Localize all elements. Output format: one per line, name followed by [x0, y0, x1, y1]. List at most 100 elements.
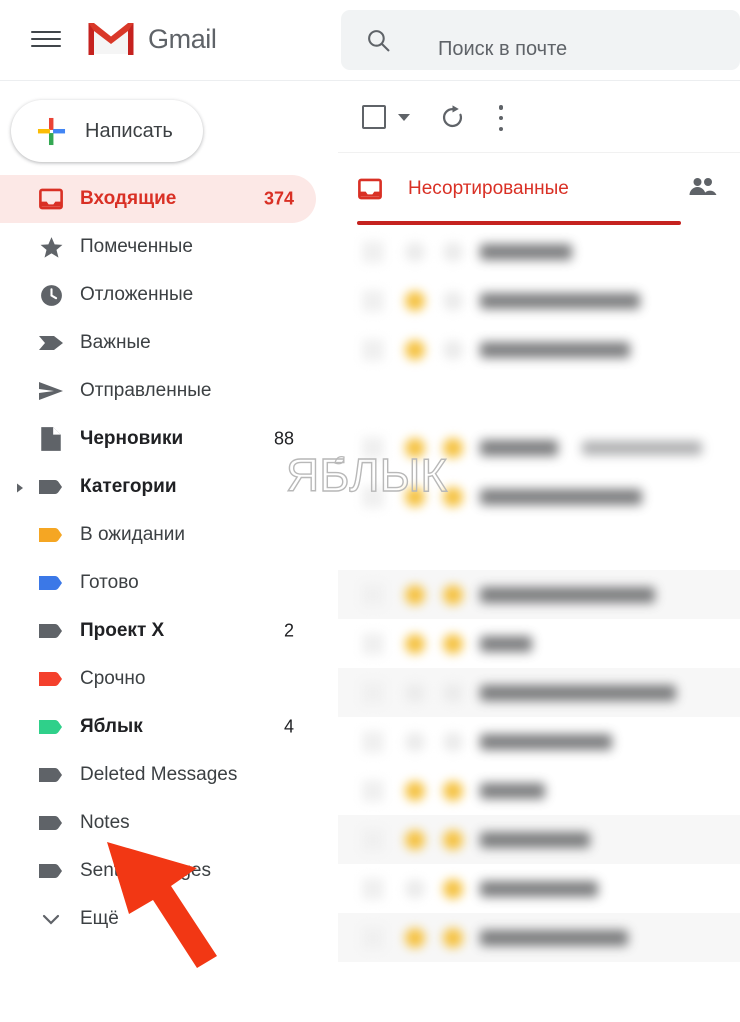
- sidebar-item-15[interactable]: Sent Messages: [0, 847, 316, 895]
- email-sender: [480, 831, 590, 848]
- email-row[interactable]: [338, 570, 740, 619]
- hamburger-menu-icon[interactable]: [31, 28, 61, 50]
- sidebar-item-9[interactable]: Готово: [0, 559, 316, 607]
- star-icon[interactable]: [405, 731, 425, 752]
- row-checkbox[interactable]: [362, 632, 384, 655]
- sidebar-item-label: Яблык: [80, 716, 143, 737]
- label-icon: [38, 522, 64, 548]
- important-icon[interactable]: [443, 633, 463, 654]
- refresh-icon[interactable]: [439, 104, 466, 131]
- important-icon[interactable]: [443, 682, 463, 703]
- star-icon[interactable]: [405, 584, 425, 605]
- label-icon: [38, 570, 64, 596]
- important-icon[interactable]: [443, 780, 463, 801]
- important-icon[interactable]: [443, 437, 463, 458]
- star-icon[interactable]: [405, 290, 425, 311]
- row-checkbox[interactable]: [362, 485, 384, 508]
- sidebar-item-1[interactable]: Входящие 374: [0, 175, 316, 223]
- list-toolbar: [338, 81, 740, 153]
- sidebar-item-11[interactable]: Срочно: [0, 655, 316, 703]
- row-checkbox[interactable]: [362, 779, 384, 802]
- sidebar-item-7[interactable]: Категории: [0, 463, 316, 511]
- important-icon[interactable]: [443, 486, 463, 507]
- mail-list-panel: Несортированные: [338, 81, 740, 1022]
- star-icon[interactable]: [405, 682, 425, 703]
- email-sender: [480, 880, 598, 897]
- sidebar-item-16[interactable]: Ещё: [0, 895, 316, 943]
- sidebar-item-14[interactable]: Notes: [0, 799, 316, 847]
- important-icon[interactable]: [443, 241, 463, 262]
- sidebar-item-4[interactable]: Важные: [0, 319, 316, 367]
- row-checkbox[interactable]: [362, 877, 384, 900]
- search-input[interactable]: Поиск в почте: [438, 38, 567, 61]
- row-checkbox[interactable]: [362, 926, 384, 949]
- search-icon: [366, 28, 391, 53]
- row-checkbox[interactable]: [362, 681, 384, 704]
- search-bar[interactable]: Поиск в почте: [341, 10, 740, 70]
- email-row[interactable]: [338, 276, 740, 325]
- email-row[interactable]: [338, 913, 740, 962]
- sidebar-item-6[interactable]: Черновики 88: [0, 415, 316, 463]
- important-icon[interactable]: [443, 878, 463, 899]
- expand-caret-icon[interactable]: [14, 481, 26, 493]
- star-icon[interactable]: [405, 829, 425, 850]
- star-icon[interactable]: [405, 339, 425, 360]
- sidebar: Написать Входящие 374 Помеченные Отложенные…: [0, 81, 338, 1022]
- tab-primary[interactable]: Несортированные: [357, 163, 569, 215]
- email-row[interactable]: [338, 668, 740, 717]
- row-checkbox[interactable]: [362, 828, 384, 851]
- email-row[interactable]: [338, 227, 740, 276]
- compose-button[interactable]: Написать: [11, 100, 203, 162]
- gmail-logo-icon: [87, 18, 135, 58]
- sidebar-item-2[interactable]: Помеченные: [0, 223, 316, 271]
- star-icon[interactable]: [405, 241, 425, 262]
- star-icon[interactable]: [405, 780, 425, 801]
- row-checkbox[interactable]: [362, 338, 384, 361]
- sidebar-item-label: Проект X: [80, 620, 165, 641]
- sidebar-item-label: Готово: [80, 572, 139, 593]
- email-row[interactable]: [338, 864, 740, 913]
- star-icon[interactable]: [405, 633, 425, 654]
- compose-label: Написать: [85, 120, 173, 142]
- sidebar-item-10[interactable]: Проект X 2: [0, 607, 316, 655]
- three-dot-menu-icon[interactable]: [498, 105, 504, 131]
- label-icon: [38, 858, 64, 884]
- select-all-chevron-down-icon[interactable]: [398, 114, 410, 121]
- email-row[interactable]: [338, 423, 740, 472]
- row-checkbox[interactable]: [362, 436, 384, 459]
- label-icon: [38, 714, 64, 740]
- email-sender: [480, 733, 612, 750]
- sidebar-item-8[interactable]: В ожидании: [0, 511, 316, 559]
- star-icon[interactable]: [405, 437, 425, 458]
- email-row[interactable]: [338, 325, 740, 374]
- row-checkbox[interactable]: [362, 240, 384, 263]
- important-icon[interactable]: [443, 829, 463, 850]
- row-checkbox[interactable]: [362, 730, 384, 753]
- star-icon[interactable]: [405, 878, 425, 899]
- email-row[interactable]: [338, 766, 740, 815]
- email-row[interactable]: [338, 619, 740, 668]
- label-icon: [38, 666, 64, 692]
- important-icon[interactable]: [443, 731, 463, 752]
- send-icon: [38, 378, 64, 404]
- star-icon[interactable]: [405, 486, 425, 507]
- people-icon[interactable]: [688, 177, 718, 199]
- sidebar-item-5[interactable]: Отправленные: [0, 367, 316, 415]
- email-row[interactable]: [338, 815, 740, 864]
- email-row[interactable]: [338, 717, 740, 766]
- sidebar-item-13[interactable]: Deleted Messages: [0, 751, 316, 799]
- important-icon[interactable]: [443, 584, 463, 605]
- sidebar-item-count: 2: [283, 620, 294, 641]
- draft-icon: [38, 426, 64, 452]
- sidebar-item-3[interactable]: Отложенные: [0, 271, 316, 319]
- important-icon[interactable]: [443, 927, 463, 948]
- star-icon[interactable]: [405, 927, 425, 948]
- important-icon[interactable]: [443, 290, 463, 311]
- sidebar-item-12[interactable]: Яблык 4: [0, 703, 316, 751]
- tab-active-underline: [357, 221, 681, 225]
- row-checkbox[interactable]: [362, 583, 384, 606]
- row-checkbox[interactable]: [362, 289, 384, 312]
- select-all-checkbox[interactable]: [362, 105, 386, 129]
- important-icon[interactable]: [443, 339, 463, 360]
- email-row[interactable]: [338, 472, 740, 521]
